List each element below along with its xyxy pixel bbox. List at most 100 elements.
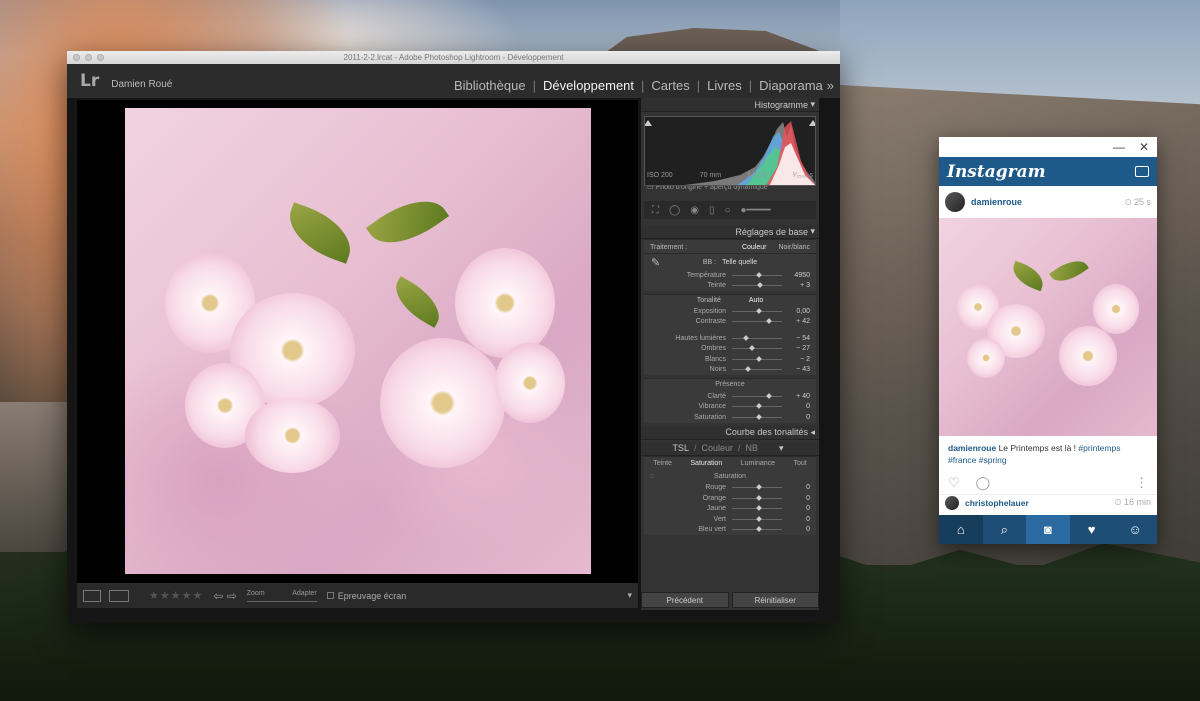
instagram-titlebar[interactable]: — ✕ <box>939 137 1157 157</box>
slider-jaune[interactable]: Jaune 0 <box>644 504 816 515</box>
close-icon[interactable]: ✕ <box>1139 140 1149 154</box>
rating-stars[interactable]: ★★★★★ <box>149 589 203 602</box>
hashtag-link[interactable]: #spring <box>979 455 1007 465</box>
image-canvas[interactable] <box>77 100 638 583</box>
slider-value[interactable]: 0 <box>788 505 810 512</box>
slider-blancs[interactable]: Blancs − 2 <box>644 354 816 365</box>
slider-track[interactable] <box>732 334 782 341</box>
radial-filter-icon[interactable]: ○ <box>724 205 730 216</box>
home-icon[interactable]: ⌂ <box>939 515 983 544</box>
slider-value[interactable]: 0 <box>788 414 810 421</box>
module-library[interactable]: Bibliothèque <box>454 78 526 93</box>
wb-select[interactable]: Telle quelle <box>722 259 757 266</box>
red-eye-icon[interactable]: ◉ <box>690 205 699 216</box>
slider-track[interactable] <box>732 271 782 278</box>
zoom-slider[interactable]: Zoom Adapter <box>246 590 317 602</box>
avatar[interactable] <box>945 495 959 510</box>
slider-track[interactable] <box>732 526 782 533</box>
auto-tone-button[interactable]: Auto <box>749 297 763 304</box>
slider-track[interactable] <box>732 307 782 314</box>
slider-knob[interactable] <box>757 282 763 289</box>
reset-button[interactable]: Réinitialiser <box>731 592 819 608</box>
bw-tab[interactable]: NB <box>746 443 759 453</box>
like-icon[interactable]: ♡ <box>948 475 960 491</box>
inbox-icon[interactable] <box>1135 166 1149 177</box>
post-photo[interactable] <box>939 218 1157 436</box>
more-options-icon[interactable]: ⋮ <box>1135 475 1148 491</box>
module-slideshow[interactable]: Diaporama <box>759 78 823 93</box>
slider-knob[interactable] <box>749 345 755 352</box>
module-book[interactable]: Livres <box>707 78 742 93</box>
shadow-clipping-icon[interactable] <box>645 120 652 126</box>
slider-knob[interactable] <box>756 505 762 512</box>
slider-track[interactable] <box>732 318 782 325</box>
hsl-header[interactable]: TSL / Couleur / NB ▾ <box>641 441 819 456</box>
slider-knob[interactable] <box>756 515 762 522</box>
next-username[interactable]: christophelauer <box>965 498 1029 508</box>
slider-hautes-lumières[interactable]: Hautes lumières − 54 <box>644 333 816 344</box>
activity-icon[interactable]: ♥ <box>1070 515 1114 544</box>
target-adjust-icon[interactable]: ◌ <box>650 471 654 483</box>
slider-saturation[interactable]: Saturation 0 <box>644 412 816 423</box>
slider-knob[interactable] <box>756 403 762 410</box>
slider-knob[interactable] <box>755 355 762 362</box>
slider-knob[interactable] <box>766 318 772 325</box>
slider-value[interactable]: − 27 <box>788 345 810 352</box>
slider-knob[interactable] <box>766 392 772 399</box>
nav-arrows-icon[interactable]: ⇦ ⇨ <box>213 589 236 603</box>
profile-icon[interactable]: ☺ <box>1113 515 1157 544</box>
avatar[interactable] <box>945 192 965 212</box>
slider-track[interactable] <box>732 484 782 491</box>
slider-value[interactable]: − 2 <box>788 356 810 363</box>
adjustment-brush-icon[interactable]: ●━━━━ <box>741 205 771 216</box>
slider-track[interactable] <box>732 494 782 501</box>
highlight-clipping-icon[interactable] <box>809 120 816 126</box>
slider-contraste[interactable]: Contraste + 42 <box>644 317 816 328</box>
hue-tab[interactable]: Teinte <box>653 460 672 467</box>
all-tab[interactable]: Tout <box>794 460 807 467</box>
slider-track[interactable] <box>732 505 782 512</box>
comment-icon[interactable]: ◯ <box>976 475 991 491</box>
tone-curve-header[interactable]: Courbe des tonalités ◂ <box>641 425 819 440</box>
slider-value[interactable]: − 43 <box>788 366 810 373</box>
slider-rouge[interactable]: Rouge 0 <box>644 483 816 494</box>
slider-knob[interactable] <box>745 366 751 373</box>
slider-knob[interactable] <box>756 307 762 314</box>
slider-knob[interactable] <box>756 271 762 278</box>
slider-value[interactable]: 0 <box>788 403 810 410</box>
module-map[interactable]: Cartes <box>651 78 689 93</box>
module-develop[interactable]: Développement <box>543 78 634 93</box>
slider-knob[interactable] <box>756 413 762 420</box>
previous-button[interactable]: Précédent <box>641 592 729 608</box>
slider-vibrance[interactable]: Vibrance 0 <box>644 402 816 413</box>
slider-track[interactable] <box>732 515 782 522</box>
basic-panel-header[interactable]: Réglages de base ▾ <box>641 225 819 239</box>
slider-value[interactable]: 0 <box>788 516 810 523</box>
slider-knob[interactable] <box>756 526 762 533</box>
hashtag-link[interactable]: #printemps <box>1078 443 1120 453</box>
slider-clarté[interactable]: Clarté + 40 <box>644 391 816 402</box>
wb-eyedropper-icon[interactable]: ✎ <box>651 256 660 269</box>
more-modules-icon[interactable]: » <box>827 78 834 93</box>
softproof-checkbox[interactable] <box>326 592 334 599</box>
saturation-tab[interactable]: Saturation <box>690 460 722 467</box>
luminance-tab[interactable]: Luminance <box>741 460 775 467</box>
slider-track[interactable] <box>732 355 782 362</box>
slider-track[interactable] <box>732 403 782 410</box>
slider-bleu-vert[interactable]: Bleu vert 0 <box>644 525 816 536</box>
lightroom-titlebar[interactable]: 2011-2-2.lrcat - Adobe Photoshop Lightro… <box>67 51 840 64</box>
slider-ombres[interactable]: Ombres − 27 <box>644 344 816 355</box>
crop-icon[interactable]: ⛶ <box>652 205 659 216</box>
slider-track[interactable] <box>732 392 782 399</box>
hsl-tab[interactable]: TSL <box>672 443 689 453</box>
cherry-blossom-photo[interactable] <box>125 108 591 574</box>
slider-knob[interactable] <box>756 494 762 501</box>
slider-value[interactable]: + 42 <box>788 318 810 325</box>
loupe-view-button[interactable] <box>83 589 101 602</box>
color-tab[interactable]: Couleur <box>701 443 733 453</box>
treatment-color-button[interactable]: Couleur <box>742 244 767 251</box>
slider-track[interactable] <box>732 413 782 420</box>
treatment-bw-button[interactable]: Noir/blanc <box>778 244 810 251</box>
toolbar-dropdown-icon[interactable]: ▾ <box>627 590 632 601</box>
slider-value[interactable]: + 3 <box>788 282 810 289</box>
